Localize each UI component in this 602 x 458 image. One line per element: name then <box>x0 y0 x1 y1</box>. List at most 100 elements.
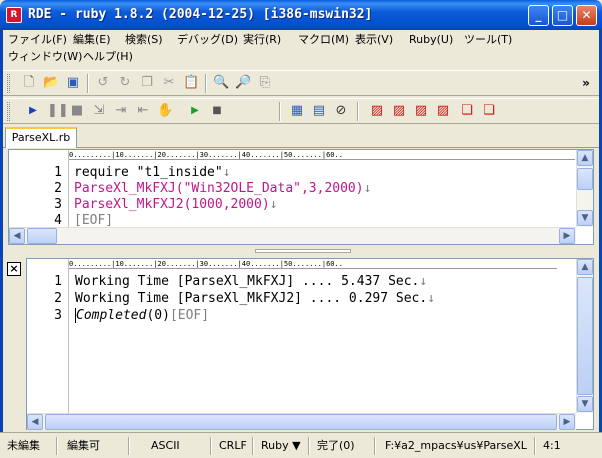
editor-pane[interactable]: 0.........|10.......|20.......|30.......… <box>8 149 594 245</box>
line-number: 1 <box>54 274 62 289</box>
execute-icon[interactable]: ▶ <box>187 103 203 119</box>
step-out-icon[interactable]: ⇤ <box>135 103 151 119</box>
close-output-icon[interactable]: × <box>7 262 21 276</box>
menu-run[interactable]: 実行(R) <box>243 31 281 48</box>
menu-window[interactable]: ウィンドウ(W) <box>8 48 82 65</box>
menu-debug[interactable]: デバッグ(D) <box>177 31 238 48</box>
toolbar-grip[interactable] <box>7 74 10 93</box>
scroll-left-icon[interactable]: ◀ <box>9 228 25 244</box>
breakpoint-delete-icon[interactable]: ▨ <box>369 103 385 119</box>
breakpoint-add-icon[interactable]: ▨ <box>391 103 407 119</box>
eof-marker: [EOF] <box>74 213 114 228</box>
menu-tools[interactable]: ツール(T) <box>464 31 512 48</box>
menu-search[interactable]: 検索(S) <box>125 31 163 48</box>
halt-icon[interactable]: ■ <box>209 103 225 119</box>
scroll-thumb[interactable] <box>577 277 593 395</box>
run-icon[interactable]: ▶ <box>25 103 41 119</box>
scroll-down-icon[interactable]: ▼ <box>577 396 593 412</box>
stop-icon[interactable]: ■ <box>69 103 85 119</box>
window-title: RDE - ruby 1.8.2 (2004-12-25) [i386-mswi… <box>28 7 373 22</box>
output-horizontal-scrollbar[interactable]: ◀ ▶ <box>27 413 576 430</box>
close-button[interactable]: ✕ <box>576 5 597 26</box>
redo-icon[interactable]: ↻ <box>117 75 133 91</box>
code-line[interactable]: require "t1_inside"↓ <box>74 165 231 180</box>
status-newline[interactable]: CRLF <box>216 436 247 456</box>
menu-macro[interactable]: マクロ(M) <box>298 31 349 48</box>
line-number: 3 <box>54 197 62 212</box>
editor-ruler: 0.........|10.......|20.......|30.......… <box>69 150 575 160</box>
scroll-left-icon[interactable]: ◀ <box>27 414 43 430</box>
window-layout-icon[interactable]: ▦ <box>289 103 305 119</box>
pane-splitter[interactable] <box>3 246 599 256</box>
hand-icon[interactable]: ✋ <box>157 103 173 119</box>
editor-vertical-scrollbar[interactable]: ▲ ▼ <box>576 150 593 227</box>
status-edit-state: 未編集 <box>7 439 40 452</box>
status-position: 4:1 <box>543 439 561 452</box>
step-into-icon[interactable]: ⇲ <box>91 103 107 119</box>
title-bar[interactable]: R RDE - ruby 1.8.2 (2004-12-25) [i386-ms… <box>0 0 602 30</box>
output-gutter: 1 2 3 <box>27 259 69 413</box>
toolbar-grip[interactable] <box>7 102 10 121</box>
status-result: 完了(0) <box>317 439 355 452</box>
paste-icon[interactable]: 📋 <box>183 75 199 91</box>
output-line: Working Time [ParseXl_MkFXJ2] .... 0.297… <box>75 291 436 306</box>
scroll-right-icon[interactable]: ▶ <box>559 414 575 430</box>
output-pane[interactable]: 0.........|10.......|20.......|30.......… <box>26 258 594 430</box>
code-line[interactable]: ParseXl_MkFXJ2(1000,2000)↓ <box>74 197 278 212</box>
line-number: 4 <box>54 213 62 228</box>
pause-icon[interactable]: ❚❚ <box>47 103 69 119</box>
attach-icon[interactable]: ⊘ <box>333 103 349 119</box>
open-folder-icon[interactable]: 📂 <box>43 75 59 91</box>
document-tabs: ParseXL.rb <box>3 126 599 148</box>
editor-horizontal-scrollbar[interactable]: ◀ ▶ <box>9 227 576 244</box>
find-next-icon[interactable]: ⎘ <box>257 75 273 91</box>
splitter-grip[interactable] <box>255 249 351 253</box>
output-line: Completed(0)[EOF] <box>75 308 210 323</box>
save-icon[interactable]: ▣ <box>65 75 81 91</box>
status-editable: 編集可 <box>67 439 100 452</box>
line-number: 2 <box>54 181 62 196</box>
undo-icon[interactable]: ↺ <box>95 75 111 91</box>
output-ruler: 0.........|10.......|20.......|30.......… <box>69 259 557 269</box>
new-file-icon[interactable]: 🗋 <box>21 75 37 91</box>
scroll-up-icon[interactable]: ▲ <box>577 259 593 275</box>
breakpoint-clear-icon[interactable]: ▨ <box>413 103 429 119</box>
menu-bar: ファイル(F) 編集(E) 検索(S) デバッグ(D) 実行(R) マクロ(M)… <box>3 30 599 66</box>
menu-help[interactable]: ヘルプ(H) <box>83 48 133 65</box>
step-over-icon[interactable]: ⇥ <box>113 103 129 119</box>
find-icon[interactable]: 🔍 <box>213 75 229 91</box>
window-split-icon[interactable]: ▤ <box>311 103 327 119</box>
line-number: 2 <box>54 291 62 306</box>
debug-toolbar: ▶ ❚❚ ■ ⇲ ⇥ ⇤ ✋ ▶ ■ ▦ ▤ ⊘ ▨ ▨ ▨ ▨ ❏ ❏ <box>3 98 599 124</box>
output-vertical-scrollbar[interactable]: ▲ ▼ <box>576 259 593 413</box>
scroll-right-icon[interactable]: ▶ <box>559 228 575 244</box>
ruby-app-icon: R <box>6 7 22 23</box>
cut-icon[interactable]: ✂ <box>161 75 177 91</box>
window-cascade-icon[interactable]: ❏ <box>459 103 475 119</box>
scroll-up-icon[interactable]: ▲ <box>577 150 593 166</box>
menu-ruby[interactable]: Ruby(U) <box>409 31 453 48</box>
standard-toolbar: 🗋 📂 ▣ ↺ ↻ ❐ ✂ 📋 🔍 🔎 ⎘ » <box>3 70 599 96</box>
minimize-button[interactable]: _ <box>528 5 549 26</box>
scroll-down-icon[interactable]: ▼ <box>577 210 593 226</box>
menu-file[interactable]: ファイル(F) <box>8 31 67 48</box>
maximize-button[interactable]: □ <box>552 5 573 26</box>
code-line[interactable]: ParseXl_MkFXJ("Win32OLE_Data",3,2000)↓ <box>74 181 371 196</box>
status-encoding[interactable]: ASCII <box>148 436 180 456</box>
find-replace-icon[interactable]: 🔎 <box>235 75 251 91</box>
menu-view[interactable]: 表示(V) <box>355 31 393 48</box>
line-number: 1 <box>54 165 62 180</box>
window-tile-icon[interactable]: ❏ <box>481 103 497 119</box>
scroll-thumb[interactable] <box>577 168 593 190</box>
copy-icon[interactable]: ❐ <box>139 75 155 91</box>
scroll-thumb[interactable] <box>45 414 557 430</box>
scroll-thumb[interactable] <box>27 228 57 244</box>
menu-edit[interactable]: 編集(E) <box>73 31 111 48</box>
editor-gutter: 1 2 3 4 <box>9 150 69 228</box>
breakpoint-toggle-icon[interactable]: ▨ <box>435 103 451 119</box>
status-bar: 未編集 編集可 ASCII CRLF Ruby ▼ 完了(0) F:¥a2_mp… <box>0 432 602 458</box>
status-language-dropdown[interactable]: Ruby ▼ <box>258 436 301 456</box>
tab-parsexl-rb[interactable]: ParseXL.rb <box>5 127 77 148</box>
line-number: 3 <box>54 308 62 323</box>
toolbar-overflow-icon[interactable]: » <box>578 75 594 91</box>
